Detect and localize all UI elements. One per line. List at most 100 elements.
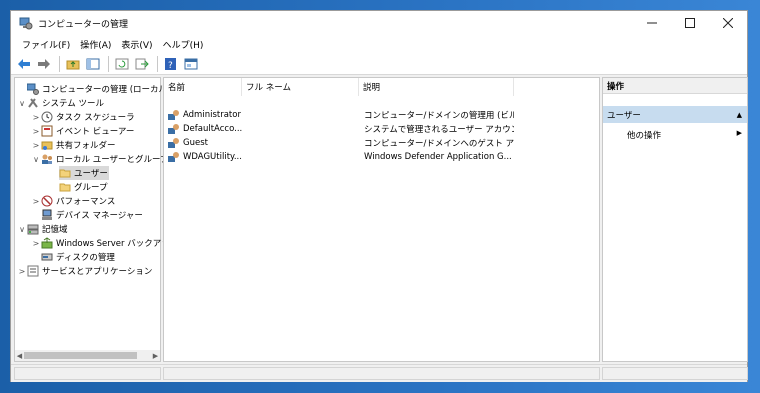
user-name: WDAGUtility...	[183, 151, 242, 162]
more-actions-item[interactable]: 他の操作	[627, 129, 661, 141]
disk-management-icon	[41, 251, 53, 263]
tree-item-groups[interactable]: グループ	[59, 180, 108, 194]
services-icon	[27, 265, 39, 277]
tree-item-users[interactable]: ユーザー	[59, 166, 109, 180]
toolbar-separator	[157, 55, 158, 72]
tree-item-label: ディスクの管理	[56, 253, 115, 263]
shared-folder-icon	[41, 139, 53, 151]
svg-text:?: ?	[168, 61, 173, 70]
user-icon	[168, 109, 180, 121]
menu-file[interactable]: ファイル(F)	[17, 38, 75, 51]
tree-expander[interactable]: >	[31, 113, 41, 122]
clock-icon	[41, 111, 53, 123]
user-icon	[168, 151, 180, 163]
tree-horizontal-scrollbar[interactable]: ◀ ▶	[15, 350, 160, 361]
forward-icon[interactable]	[35, 55, 53, 73]
export-icon[interactable]	[133, 55, 151, 73]
tree-item-disk-management[interactable]: ディスクの管理	[31, 250, 115, 264]
folder-icon	[59, 167, 71, 179]
scrollbar-thumb[interactable]	[24, 352, 137, 359]
tree-item-label: タスク スケジューラ	[56, 113, 135, 123]
table-row[interactable]: Guest コンピューター/ドメインへのゲスト アクセ...	[166, 136, 596, 149]
action-pane-header: 操作	[603, 78, 747, 94]
tree-item-label: グループ	[74, 183, 108, 193]
storage-icon	[27, 223, 39, 235]
user-list-pane: 名前 フル ネーム 説明 Administrator コンピューター/ドメインの…	[163, 77, 600, 362]
tree-expander[interactable]: >	[31, 141, 41, 150]
tree-item-device-manager[interactable]: デバイス マネージャー	[31, 208, 143, 222]
toolbar: ?	[11, 53, 747, 75]
tree-expander[interactable]: ∨	[17, 225, 27, 234]
action-section-label: ユーザー	[607, 110, 641, 121]
back-icon[interactable]	[15, 55, 33, 73]
tree-item-system-tools[interactable]: ∨ システム ツール	[17, 96, 104, 110]
tree-expander[interactable]: ∨	[17, 99, 27, 108]
tree-expander[interactable]: >	[31, 197, 41, 206]
up-folder-icon[interactable]	[64, 55, 82, 73]
tree-item-windows-server-backup[interactable]: > Windows Server バックアップ	[31, 236, 178, 250]
title-bar: コンピューターの管理	[11, 11, 747, 35]
toolbar-separator	[59, 55, 60, 72]
properties-icon[interactable]	[182, 55, 200, 73]
submenu-arrow-icon[interactable]: ▶	[737, 129, 742, 137]
tree-item-event-viewer[interactable]: > イベント ビューアー	[31, 124, 134, 138]
maximize-button[interactable]	[671, 11, 709, 35]
close-button[interactable]	[709, 11, 747, 35]
computer-management-icon	[26, 83, 39, 95]
user-description: システムで管理されるユーザー アカウン...	[364, 124, 514, 135]
refresh-icon[interactable]	[113, 55, 131, 73]
window-title: コンピューターの管理	[38, 19, 129, 30]
event-viewer-icon	[41, 125, 53, 137]
menu-view[interactable]: 表示(V)	[116, 38, 157, 51]
tree-item-services-applications[interactable]: > サービスとアプリケーション	[17, 264, 152, 278]
console-tree: コンピューターの管理 (ローカル) ∨ システム ツール > タスク スケジュー…	[14, 77, 178, 362]
more-actions-label: 他の操作	[627, 131, 662, 141]
performance-icon	[41, 195, 53, 207]
users-groups-icon	[41, 153, 53, 165]
menu-action[interactable]: 操作(A)	[75, 38, 116, 51]
minimize-button[interactable]	[633, 11, 671, 35]
tree-expander[interactable]: >	[17, 267, 27, 276]
user-icon	[168, 137, 180, 149]
tree-item-computer-management[interactable]: コンピューターの管理 (ローカル)	[17, 82, 170, 96]
status-segment	[602, 367, 748, 380]
tree-item-label: 共有フォルダー	[56, 141, 116, 151]
help-icon[interactable]: ?	[162, 55, 180, 73]
user-icon	[168, 123, 180, 135]
user-description: Windows Defender Application G...	[364, 151, 512, 162]
tree-item-label: コンピューターの管理 (ローカル)	[42, 85, 171, 95]
tree-item-performance[interactable]: > パフォーマンス	[31, 194, 115, 208]
tree-item-shared-folders[interactable]: > 共有フォルダー	[31, 138, 116, 152]
user-name: DefaultAcco...	[183, 123, 242, 134]
column-header-description[interactable]: 説明	[359, 78, 514, 96]
tree-item-local-users-groups[interactable]: ∨ ローカル ユーザーとグループ	[31, 152, 169, 166]
user-fullname	[244, 108, 359, 121]
tree-item-storage[interactable]: ∨ 記憶域	[17, 222, 68, 236]
column-header-name[interactable]: 名前	[164, 78, 242, 96]
folder-icon	[59, 181, 71, 193]
user-description: コンピューター/ドメインへのゲスト アクセ...	[364, 138, 514, 149]
tree-item-label: 記憶域	[42, 225, 68, 235]
scroll-right-icon[interactable]: ▶	[151, 350, 160, 361]
user-name: Guest	[183, 137, 208, 148]
user-fullname	[244, 122, 359, 135]
tree-item-task-scheduler[interactable]: > タスク スケジューラ	[31, 110, 135, 124]
column-header-fullname[interactable]: フル ネーム	[242, 78, 359, 96]
action-section-users[interactable]: ユーザー ▲	[603, 106, 747, 123]
tree-item-label: Windows Server バックアップ	[56, 239, 179, 249]
table-row[interactable]: Administrator コンピューター/ドメインの管理用 (ビルト...	[166, 108, 596, 121]
collapse-arrow-icon[interactable]: ▲	[737, 111, 742, 119]
scroll-left-icon[interactable]: ◀	[15, 350, 24, 361]
tree-expander[interactable]: >	[31, 239, 41, 248]
tree-expander[interactable]: >	[31, 127, 41, 136]
menu-help[interactable]: ヘルプ(H)	[158, 38, 209, 51]
table-row[interactable]: DefaultAcco... システムで管理されるユーザー アカウン...	[166, 122, 596, 135]
menu-bar: ファイル(F) 操作(A) 表示(V) ヘルプ(H)	[11, 35, 747, 53]
tree-expander[interactable]: ∨	[31, 155, 41, 164]
action-pane: 操作 ユーザー ▲ 他の操作 ▶	[602, 77, 748, 362]
table-row[interactable]: WDAGUtility... Windows Defender Applicat…	[166, 150, 596, 163]
tree-item-label: ローカル ユーザーとグループ	[56, 155, 169, 165]
status-segment	[14, 367, 161, 380]
console-tree-icon[interactable]	[84, 55, 102, 73]
computer-management-window: コンピューターの管理 ファイル(F) 操作(A) 表示(V) ヘルプ(H) ? …	[10, 10, 748, 382]
